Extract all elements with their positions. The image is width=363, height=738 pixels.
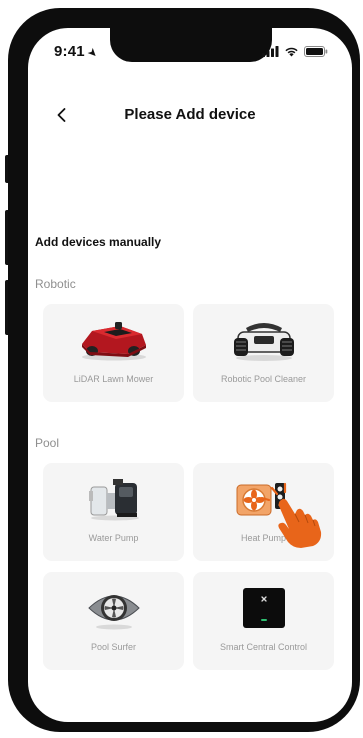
cellular-signal-icon xyxy=(262,46,279,57)
location-arrow-icon: ➤ xyxy=(85,46,100,61)
category-label-robotic: Robotic xyxy=(35,277,76,291)
device-label: Water Pump xyxy=(88,533,139,543)
status-time: 9:41➤ xyxy=(54,43,100,61)
page-title: Please Add device xyxy=(124,106,256,123)
water-pump-icon xyxy=(43,477,184,521)
pool-surfer-icon xyxy=(43,586,184,630)
device-card-smart-central-control[interactable]: Smart Central Control xyxy=(193,572,334,670)
add-manually-heading: Add devices manually xyxy=(35,235,162,249)
device-label: Pool Surfer xyxy=(90,642,137,652)
status-icons xyxy=(262,46,328,57)
category-label-pool: Pool xyxy=(35,436,60,450)
pool-cleaner-icon xyxy=(193,318,334,362)
device-card-water-pump[interactable]: Water Pump xyxy=(43,463,184,561)
status-time-text: 9:41 xyxy=(54,43,85,60)
wifi-icon xyxy=(285,47,298,57)
device-label: LiDAR Lawn Mower xyxy=(73,374,154,384)
device-label: Robotic Pool Cleaner xyxy=(220,374,307,384)
battery-icon xyxy=(304,46,328,57)
device-card-pool-surfer[interactable]: Pool Surfer xyxy=(43,572,184,670)
device-label: Smart Central Control xyxy=(219,642,308,652)
lawn-mower-icon xyxy=(43,318,184,362)
device-card-robotic-pool-cleaner[interactable]: Robotic Pool Cleaner xyxy=(193,304,334,402)
phone-notch xyxy=(110,28,272,62)
tap-hand-icon xyxy=(260,482,322,548)
device-card-lidar-lawn-mower[interactable]: LiDAR Lawn Mower xyxy=(43,304,184,402)
central-control-icon xyxy=(193,586,334,630)
